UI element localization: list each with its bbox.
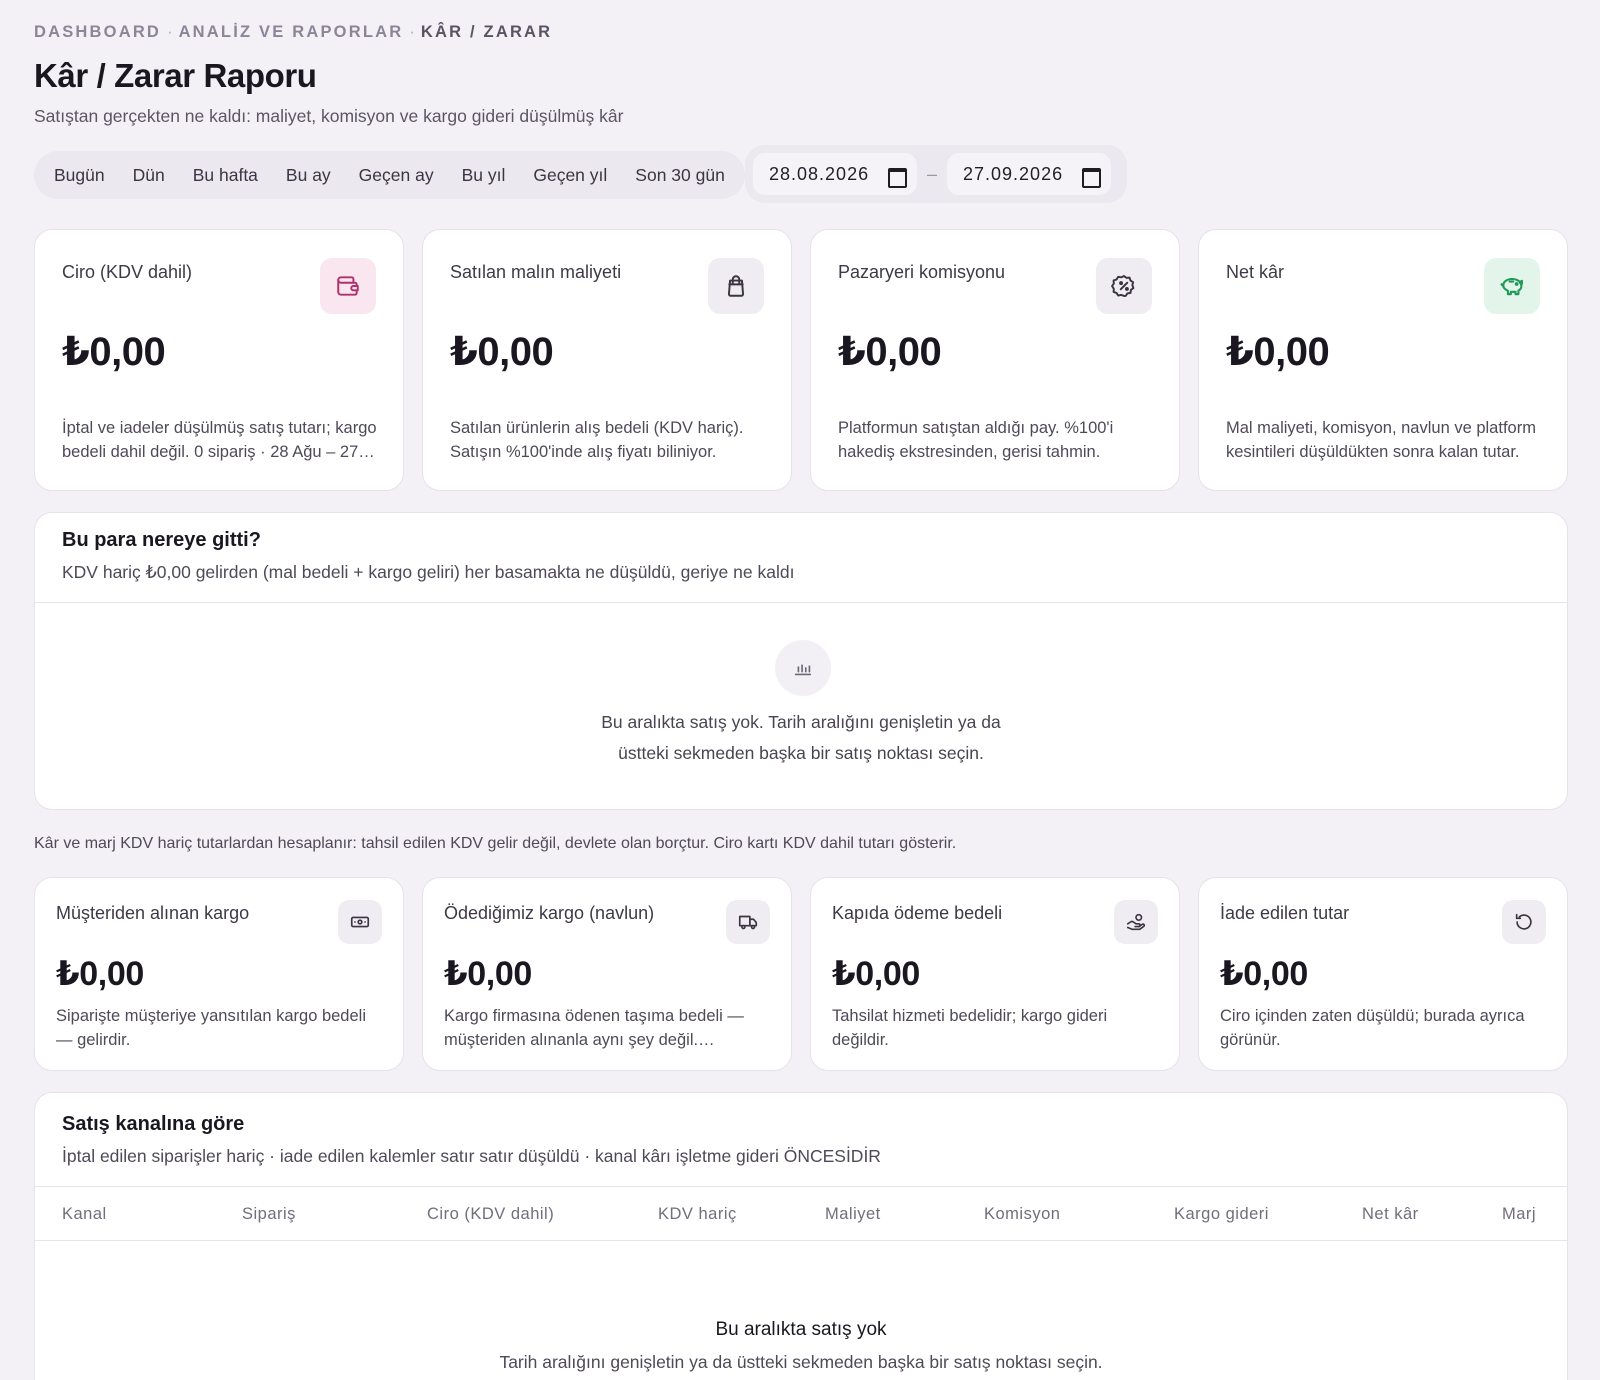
column-header-orders[interactable]: Sipariş [242,1205,296,1224]
kpi-card-commission: Pazaryeri komisyonu ₺0,00 Platformun sat… [810,229,1180,491]
truck-icon [726,900,770,944]
calendar-icon[interactable] [888,166,907,188]
sales-channel-title: Satış kanalına göre [62,1113,245,1135]
end-date-input[interactable]: 27.09.2026 [947,153,1111,195]
card-description: Kargo firmasına ödenen taşıma bedeli — m… [444,1007,744,1049]
channel-empty-title: Bu aralıkta satış yok [715,1319,887,1340]
sales-channel-header: Satış kanalına göre İptal edilen sipariş… [35,1093,1567,1187]
kpi-value: ₺0,00 [1226,330,1330,374]
refund-card: İade edilen tutar ₺0,00 Ciro içinden zat… [1198,877,1568,1071]
preset-today-button[interactable]: Bugün [40,157,119,193]
breadcrumb-separator: · [409,23,415,41]
column-header-channel[interactable]: Kanal [62,1205,107,1224]
end-date-value: 27.09.2026 [963,163,1064,184]
card-value: ₺0,00 [444,955,532,993]
column-header-shipping-cost[interactable]: Kargo gideri [1174,1205,1269,1224]
cod-fee-card: Kapıda ödeme bedeli ₺0,00 Tahsilat hizme… [810,877,1180,1071]
shopping-bag-icon [708,258,764,314]
column-header-margin[interactable]: Marj [1502,1205,1536,1224]
card-label: İade edilen tutar [1220,903,1350,923]
page-title: Kâr / Zarar Raporu [34,57,317,94]
card-description: Ciro içinden zaten düşüldü; burada ayrıc… [1220,1007,1525,1049]
breadcrumb: DASHBOARD · ANALİZ VE RAPORLAR · KÂR / ZARAR [34,23,552,42]
sales-channel-subtitle: İptal edilen siparişler hariç · iade edi… [62,1146,881,1166]
refund-icon [1502,900,1546,944]
kpi-description: İptal ve iadeler düşülmüş satış tutarı; … [62,419,377,461]
money-flow-subtitle: KDV hariç ₺0,00 gelirden (mal bedeli + k… [62,562,795,582]
sales-channel-card: Satış kanalına göre İptal edilen sipariş… [34,1092,1568,1380]
empty-state-line: Bu aralıkta satış yok. Tarih aralığını g… [601,712,1001,732]
preset-last-month-button[interactable]: Geçen ay [345,157,448,193]
column-header-revenue-vat-incl[interactable]: Ciro (KDV dahil) [427,1205,554,1224]
kpi-label: Pazaryeri komisyonu [838,262,1006,282]
piggy-bank-icon [1484,258,1540,314]
money-flow-card: Bu para nereye gitti? KDV hariç ₺0,00 ge… [34,512,1568,810]
card-label: Kapıda ödeme bedeli [832,903,1003,923]
start-date-value: 28.08.2026 [769,163,870,184]
kpi-value: ₺0,00 [450,330,554,374]
card-label: Ödediğimiz kargo (navlun) [444,903,655,923]
shipping-income-card: Müşteriden alınan kargo ₺0,00 Siparişte … [34,877,404,1071]
preset-this-month-button[interactable]: Bu ay [272,157,345,193]
card-description: Tahsilat hizmeti bedelidir; kargo gideri… [832,1007,1108,1049]
kpi-card-net-profit: Net kâr ₺0,00 Mal maliyeti, komisyon, na… [1198,229,1568,491]
breadcrumb-separator: · [167,23,173,41]
card-description: Siparişte müşteriye yansıtılan kargo bed… [56,1007,366,1049]
column-header-net-profit[interactable]: Net kâr [1362,1205,1419,1224]
column-header-cost[interactable]: Maliyet [825,1205,881,1224]
breadcrumb-item-dashboard[interactable]: DASHBOARD [34,23,161,41]
money-flow-title: Bu para nereye gitti? [62,529,261,551]
column-header-vat-excl[interactable]: KDV hariç [658,1205,737,1224]
calendar-icon[interactable] [1082,166,1101,188]
date-preset-bar: Bugün Dün Bu hafta Bu ay Geçen ay Bu yıl… [34,151,745,199]
kpi-label: Satılan malın maliyeti [450,262,622,282]
date-range-picker: 28.08.2026 – 27.09.2026 [745,145,1127,203]
card-value: ₺0,00 [832,955,920,993]
kpi-label: Ciro (KDV dahil) [62,262,193,282]
kpi-description: Mal maliyeti, komisyon, navlun ve platfo… [1226,419,1536,461]
freight-cost-card: Ödediğimiz kargo (navlun) ₺0,00 Kargo fi… [422,877,792,1071]
channel-empty-subtitle: Tarih aralığını genişletin ya da üstteki… [499,1352,1103,1372]
wallet-icon [320,258,376,314]
preset-this-year-button[interactable]: Bu yıl [448,157,520,193]
empty-state-line: üstteki sekmeden başka bir satış noktası… [618,743,984,763]
hand-coins-icon [1114,900,1158,944]
kpi-value: ₺0,00 [838,330,942,374]
breadcrumb-current: KÂR / ZARAR [420,23,553,41]
page-subtitle: Satıştan gerçekten ne kaldı: maliyet, ko… [34,106,624,126]
breadcrumb-item-analysis[interactable]: ANALİZ VE RAPORLAR [179,23,404,41]
vat-note: Kâr ve marj KDV hariç tutarlardan hesapl… [34,835,957,852]
preset-last-year-button[interactable]: Geçen yıl [519,157,621,193]
card-value: ₺0,00 [56,955,144,993]
kpi-label: Net kâr [1226,262,1285,282]
money-flow-header: Bu para nereye gitti? KDV hariç ₺0,00 ge… [35,513,1567,603]
money-flow-empty-state: Bu aralıkta satış yok. Tarih aralığını g… [35,707,1567,769]
kpi-value: ₺0,00 [62,330,166,374]
start-date-input[interactable]: 28.08.2026 [753,153,917,195]
card-value: ₺0,00 [1220,955,1308,993]
kpi-card-revenue: Ciro (KDV dahil) ₺0,00 İptal ve iadeler … [34,229,404,491]
date-range-separator: – [926,163,937,184]
preset-last-30-days-button[interactable]: Son 30 gün [621,157,739,193]
bar-chart-icon [775,640,831,696]
cash-icon [338,900,382,944]
column-header-commission[interactable]: Komisyon [984,1205,1060,1224]
discount-badge-icon [1096,258,1152,314]
preset-this-week-button[interactable]: Bu hafta [179,157,272,193]
preset-yesterday-button[interactable]: Dün [119,157,179,193]
kpi-description: Platformun satıştan aldığı pay. %100'i h… [838,419,1114,461]
table-header-row: Kanal Sipariş Ciro (KDV dahil) KDV hariç… [35,1187,1567,1241]
kpi-description: Satılan ürünlerin alış bedeli (KDV hariç… [450,419,744,461]
kpi-card-cost: Satılan malın maliyeti ₺0,00 Satılan ürü… [422,229,792,491]
card-label: Müşteriden alınan kargo [56,903,250,923]
